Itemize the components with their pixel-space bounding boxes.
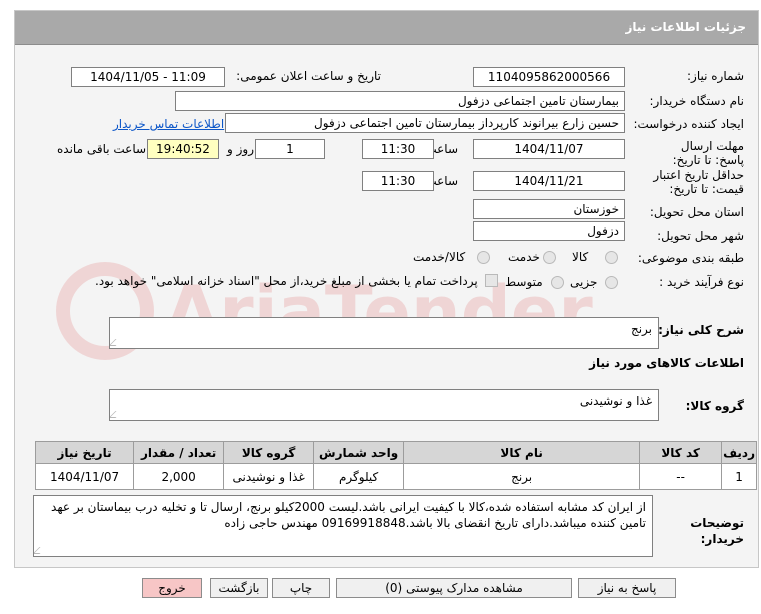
main-panel: جزئیات اطلاعات نیاز AriaTender.neT شماره…: [14, 10, 759, 568]
contact-info-link[interactable]: اطلاعات تماس خریدار: [113, 117, 224, 131]
category-goods-service-radio[interactable]: [477, 251, 490, 264]
validity-time-field: 11:30: [362, 171, 434, 191]
category-label: طبقه بندی موضوعی:: [637, 251, 744, 265]
buyer-org-field: بیمارستان تامین اجتماعی دزفول: [175, 91, 625, 111]
goods-group-textarea[interactable]: غذا و نوشیدنی: [109, 389, 659, 421]
treasury-payment-checkbox[interactable]: [485, 274, 498, 287]
days-field: 1: [255, 139, 325, 159]
validity-label: حداقل تاریخ اعتبار قیمت: تا تاریخ:: [653, 168, 744, 196]
cell-goods-group: غذا و نوشیدنی: [223, 463, 315, 490]
table-row: 1 -- برنج کیلوگرم غذا و نوشیدنی 2,000 14…: [34, 463, 757, 490]
process-medium-radio[interactable]: [551, 276, 564, 289]
validity-date-field: 1404/11/21: [473, 171, 625, 191]
resize-grip-icon[interactable]: [110, 411, 123, 418]
cell-row-number: 1: [721, 463, 757, 490]
summary-label: شرح کلی نیاز:: [658, 323, 744, 337]
announce-label: تاریخ و ساعت اعلان عمومی:: [236, 69, 381, 83]
title-bar: جزئیات اطلاعات نیاز: [15, 11, 758, 45]
header-quantity: تعداد / مقدار: [133, 441, 225, 464]
cell-unit: کیلوگرم: [313, 463, 405, 490]
goods-info-heading: اطلاعات کالاهای مورد نیاز: [589, 356, 744, 370]
goods-group-label: گروه کالا:: [685, 399, 744, 413]
reply-time-field: 11:30: [362, 139, 434, 159]
payment-note: پرداخت تمام یا بخشی از مبلغ خرید،از محل …: [95, 274, 478, 288]
process-minor-label: جزیی: [570, 275, 598, 289]
process-minor-radio[interactable]: [605, 276, 618, 289]
province-field: خوزستان: [473, 199, 625, 219]
print-button[interactable]: چاپ: [272, 578, 330, 598]
process-label: نوع فرآیند خرید :: [659, 275, 744, 289]
buyer-notes-label: توضیحات خریدار:: [690, 516, 744, 546]
remaining-label: ساعت باقی مانده: [57, 142, 147, 156]
reply-date-field: 1404/11/07: [473, 139, 625, 159]
category-goods-radio[interactable]: [605, 251, 618, 264]
table-header-row: ردیف کد کالا نام کالا واحد شمارش گروه کا…: [34, 441, 757, 464]
announce-field: 1404/11/05 - 11:09: [71, 67, 225, 87]
header-goods-code: کد کالا: [639, 441, 723, 464]
category-goods-service-label: کالا/خدمت: [413, 250, 466, 264]
city-label: شهر محل تحویل:: [657, 229, 744, 243]
watermark-logo: AriaTender.neT: [56, 262, 615, 360]
reply-deadline-label: مهلت ارسال پاسخ: تا تاریخ:: [672, 139, 744, 167]
goods-table: ردیف کد کالا نام کالا واحد شمارش گروه کا…: [34, 441, 757, 490]
back-button[interactable]: بازگشت: [210, 578, 268, 598]
exit-button[interactable]: خروج: [142, 578, 202, 598]
resize-grip-icon[interactable]: [110, 339, 123, 346]
summary-textarea[interactable]: برنج: [109, 317, 659, 349]
cell-goods-code: --: [639, 463, 723, 490]
header-unit: واحد شمارش: [313, 441, 405, 464]
view-attachments-button[interactable]: مشاهده مدارک پیوستی (0): [336, 578, 572, 598]
cell-need-date: 1404/11/07: [34, 463, 135, 490]
header-goods-group: گروه کالا: [223, 441, 315, 464]
buyer-notes-text: از ایران کد مشابه استفاده شده،کالا با کی…: [51, 500, 646, 530]
remaining-time-field: 19:40:52: [147, 139, 219, 159]
need-number-label: شماره نیاز:: [687, 69, 744, 83]
buyer-notes-textarea[interactable]: از ایران کد مشابه استفاده شده،کالا با کی…: [33, 495, 653, 557]
header-goods-name: نام کالا: [403, 441, 641, 464]
header-row-number: ردیف: [721, 441, 757, 464]
goods-group-text: غذا و نوشیدنی: [579, 394, 652, 408]
resize-grip-icon[interactable]: [34, 547, 47, 554]
days-label: روز و: [227, 142, 254, 156]
need-number-field: 1104095862000566: [473, 67, 625, 87]
process-medium-label: متوسط: [505, 275, 543, 289]
page-title: جزئیات اطلاعات نیاز: [625, 20, 746, 34]
header-need-date: تاریخ نیاز: [34, 441, 135, 464]
reply-button[interactable]: پاسخ به نیاز: [578, 578, 676, 598]
cell-quantity: 2,000: [133, 463, 225, 490]
category-goods-label: کالا: [572, 250, 589, 264]
creator-label: ایجاد کننده درخواست:: [633, 117, 744, 131]
category-service-radio[interactable]: [543, 251, 556, 264]
creator-field: حسین زارع بیرانوند کارپرداز بیمارستان تا…: [225, 113, 625, 133]
cell-goods-name: برنج: [403, 463, 641, 490]
buyer-org-label: نام دستگاه خریدار:: [649, 94, 745, 108]
province-label: استان محل تحویل:: [649, 205, 744, 219]
category-service-label: خدمت: [508, 250, 540, 264]
summary-text: برنج: [630, 322, 652, 336]
city-field: دزفول: [473, 221, 625, 241]
